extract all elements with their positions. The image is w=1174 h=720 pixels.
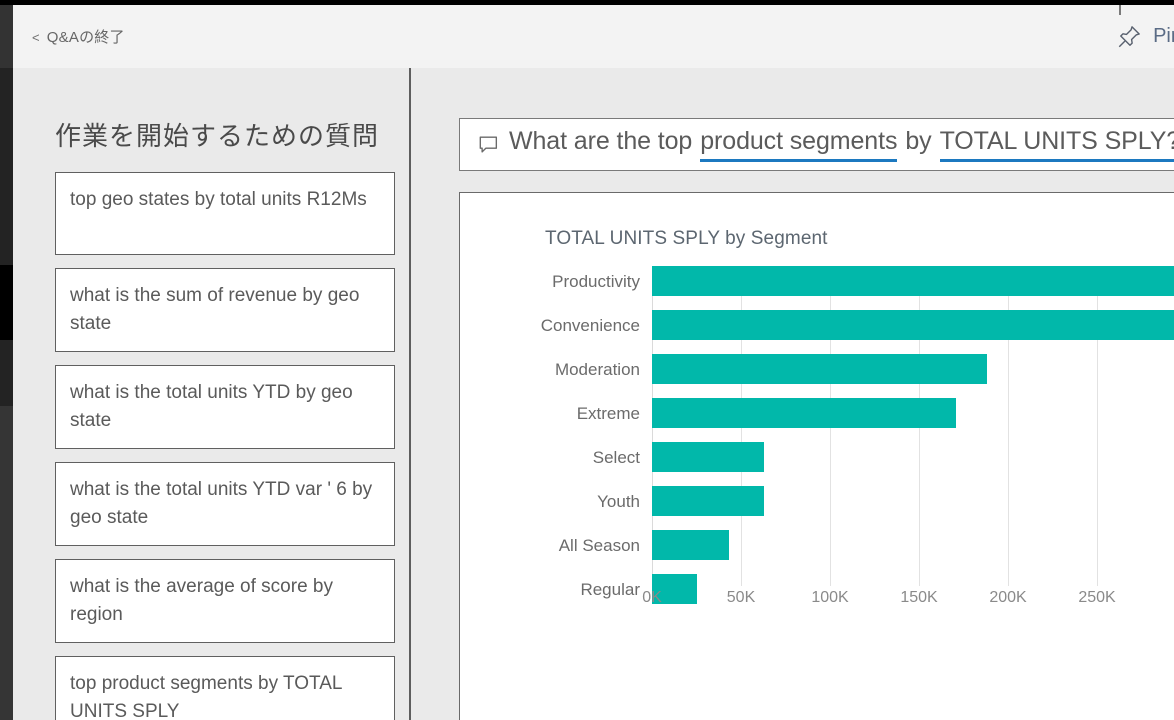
category-label: Moderation (554, 360, 640, 379)
question-measure-segment: TOTAL UNITS SPLY? (939, 127, 1174, 162)
value-axis-tick: 100K (811, 589, 849, 606)
bar[interactable] (652, 530, 729, 560)
value-axis-tick: 200K (989, 589, 1027, 606)
question-text: What are the top product segments by TOT… (509, 127, 1174, 162)
bar-row[interactable] (652, 530, 729, 574)
left-nav-rail-segment[interactable] (0, 340, 13, 406)
qna-header-bar: < Q&Aの終了 Pin (13, 5, 1174, 68)
category-label: Select (592, 448, 640, 467)
qna-screen: < Q&Aの終了 Pin 作業を開始するための質問 top geo states… (0, 0, 1174, 720)
left-nav-rail-segment[interactable] (0, 406, 13, 720)
exit-qna-label: Q&Aの終了 (46, 29, 125, 46)
value-axis-labels: 0K50K100K150K200K250K3 (642, 589, 1174, 619)
left-nav-rail-segment[interactable] (0, 68, 13, 265)
category-label: Regular (580, 580, 640, 599)
question-segment: by (905, 127, 932, 155)
suggestion-card[interactable]: top product segments by TOTAL UNITS SPLY (55, 656, 395, 720)
chart-plot-area (652, 266, 1174, 604)
bar-row[interactable] (652, 398, 957, 442)
bar[interactable] (652, 310, 1174, 340)
exit-qna-button[interactable]: < Q&Aの終了 (32, 26, 125, 47)
bar-row[interactable] (652, 266, 1174, 310)
bar[interactable] (652, 442, 765, 472)
bar-row[interactable] (652, 354, 987, 398)
category-label: Extreme (576, 404, 640, 423)
speech-bubble-icon (479, 136, 498, 153)
left-nav-rail-segment[interactable] (0, 5, 13, 68)
suggestion-card[interactable]: what is the total units YTD var ' 6 by g… (55, 462, 395, 547)
suggested-questions-list: top geo states by total units R12Ms what… (55, 172, 395, 720)
chart-title: TOTAL UNITS SPLY by Segment (545, 228, 828, 249)
bar[interactable] (652, 486, 765, 516)
suggestion-card[interactable]: what is the average of score by region (55, 559, 395, 644)
pin-visual-button[interactable]: Pin (1116, 24, 1174, 50)
chart-visual-card[interactable]: TOTAL UNITS SPLY by Segment Productivity… (459, 192, 1174, 720)
suggestion-card[interactable]: top geo states by total units R12Ms (55, 172, 395, 255)
category-label: Youth (597, 492, 640, 511)
qna-main-panel: What are the top product segments by TOT… (411, 68, 1174, 720)
question-segment: What are the top (509, 127, 693, 155)
category-axis-labels: Productivity Convenience Moderation Extreme… (460, 266, 640, 599)
pushpin-icon (1118, 25, 1140, 47)
value-axis-tick: 150K (900, 589, 938, 606)
bar-row[interactable] (652, 486, 765, 530)
value-axis-tick: 250K (1078, 589, 1116, 606)
bar[interactable] (652, 354, 987, 384)
suggestion-card[interactable]: what is the sum of revenue by geo state (55, 268, 395, 353)
category-label: All Season (558, 536, 640, 555)
left-nav-rail-segment[interactable] (0, 265, 13, 340)
value-axis-tick: 0K (642, 589, 662, 606)
bar[interactable] (652, 398, 957, 428)
sidebar-title: 作業を開始するための質問 (55, 121, 380, 151)
chevron-left-icon: < (32, 30, 40, 45)
question-input[interactable]: What are the top product segments by TOT… (459, 118, 1174, 171)
suggestions-sidebar: 作業を開始するための質問 top geo states by total uni… (13, 68, 409, 720)
category-label: Convenience (540, 316, 640, 335)
header-divider-tick (1119, 5, 1121, 15)
bar-row[interactable] (652, 442, 765, 486)
category-label: Productivity (552, 272, 640, 291)
pin-label: Pin (1153, 25, 1174, 47)
bar[interactable] (652, 266, 1174, 296)
question-entity-segment: product segments (700, 127, 897, 162)
value-axis-tick: 50K (726, 589, 756, 606)
suggestion-card[interactable]: what is the total units YTD by geo state (55, 365, 395, 450)
bar-row[interactable] (652, 310, 1174, 354)
